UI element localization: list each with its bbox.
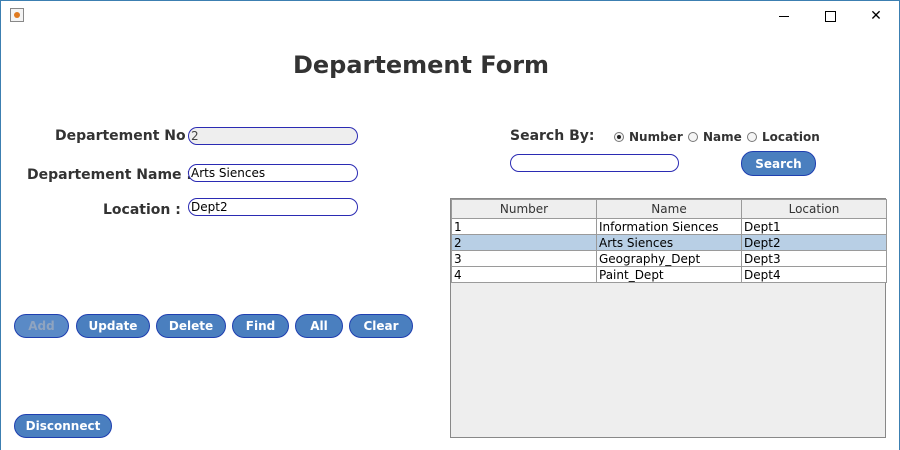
app-window: ✕ Departement Form Departement No : 2 De… bbox=[0, 0, 900, 450]
table-row[interactable]: 4 Paint_Dept Dept4 bbox=[451, 266, 887, 283]
cell-location[interactable]: Dept2 bbox=[741, 234, 887, 251]
cell-name[interactable]: Information Siences bbox=[596, 218, 742, 235]
location-label: Location : bbox=[103, 202, 181, 218]
title-bar: ✕ bbox=[1, 1, 899, 31]
radio-location[interactable]: Location bbox=[747, 130, 820, 144]
radio-name-label: Name bbox=[703, 130, 742, 144]
cell-name[interactable]: Geography_Dept bbox=[596, 250, 742, 267]
dept-name-field[interactable]: Arts Siences bbox=[188, 164, 358, 182]
cell-number[interactable]: 1 bbox=[451, 218, 597, 235]
close-button[interactable]: ✕ bbox=[853, 1, 899, 31]
java-app-icon bbox=[10, 8, 24, 22]
maximize-icon bbox=[824, 10, 836, 22]
search-by-label: Search By: bbox=[510, 128, 595, 144]
minimize-icon bbox=[779, 15, 789, 17]
table-row[interactable]: 1 Information Siences Dept1 bbox=[451, 218, 887, 235]
dept-no-label: Departement No : bbox=[55, 128, 197, 144]
delete-button[interactable]: Delete bbox=[156, 314, 226, 338]
search-input[interactable] bbox=[510, 154, 679, 172]
cell-number[interactable]: 4 bbox=[451, 266, 597, 283]
cell-name[interactable]: Paint_Dept bbox=[596, 266, 742, 283]
form-title: Departement Form bbox=[292, 51, 550, 79]
radio-number-label: Number bbox=[629, 130, 683, 144]
cell-location[interactable]: Dept3 bbox=[741, 250, 887, 267]
cell-location[interactable]: Dept1 bbox=[741, 218, 887, 235]
table-header: Number Name Location bbox=[451, 199, 887, 219]
radio-number[interactable]: Number bbox=[614, 130, 683, 144]
dept-name-label: Departement Name : bbox=[27, 167, 193, 183]
cell-number[interactable]: 3 bbox=[451, 250, 597, 267]
column-header-name[interactable]: Name bbox=[596, 199, 742, 219]
radio-number-circle[interactable] bbox=[614, 132, 624, 142]
table-row[interactable]: 3 Geography_Dept Dept3 bbox=[451, 250, 887, 267]
cell-location[interactable]: Dept4 bbox=[741, 266, 887, 283]
find-button[interactable]: Find bbox=[232, 314, 289, 338]
department-table: Number Name Location 1 Information Sienc… bbox=[450, 198, 887, 438]
maximize-button[interactable] bbox=[807, 1, 853, 31]
column-header-number[interactable]: Number bbox=[451, 199, 597, 219]
table-row-selected[interactable]: 2 Arts Siences Dept2 bbox=[451, 234, 887, 251]
minimize-button[interactable] bbox=[761, 1, 807, 31]
radio-location-label: Location bbox=[762, 130, 820, 144]
clear-button[interactable]: Clear bbox=[349, 314, 413, 338]
search-button[interactable]: Search bbox=[741, 151, 816, 176]
radio-name-circle[interactable] bbox=[688, 132, 698, 142]
update-button[interactable]: Update bbox=[76, 314, 150, 338]
disconnect-button[interactable]: Disconnect bbox=[14, 414, 112, 438]
cell-name[interactable]: Arts Siences bbox=[596, 234, 742, 251]
column-header-location[interactable]: Location bbox=[741, 199, 887, 219]
add-button[interactable]: Add bbox=[14, 314, 69, 338]
location-field[interactable]: Dept2 bbox=[188, 198, 358, 216]
all-button[interactable]: All bbox=[295, 314, 343, 338]
cell-number[interactable]: 2 bbox=[451, 234, 597, 251]
radio-name[interactable]: Name bbox=[688, 130, 742, 144]
close-icon: ✕ bbox=[870, 8, 882, 24]
dept-no-field[interactable]: 2 bbox=[188, 127, 358, 145]
radio-location-circle[interactable] bbox=[747, 132, 757, 142]
